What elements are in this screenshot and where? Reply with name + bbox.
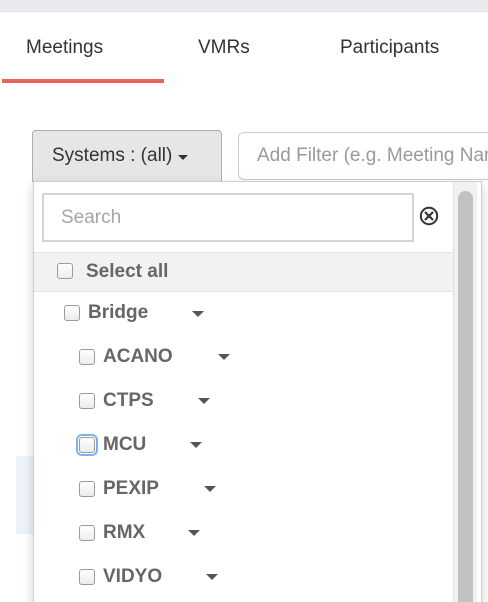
acano-checkbox[interactable]	[79, 349, 95, 365]
ctps-expand-caret-icon[interactable]	[198, 398, 210, 404]
acano-expand-caret-icon[interactable]	[218, 354, 230, 360]
mcu-checkbox[interactable]	[76, 434, 98, 456]
dropdown-search-input[interactable]	[42, 193, 414, 242]
systems-button-label: Systems : (all)	[52, 145, 173, 166]
scrollbar-thumb[interactable]	[458, 191, 473, 602]
tab-bar: Meetings VMRs Participants	[0, 12, 488, 84]
systems-dropdown-menu: Select all Bridge ACANO CTPS MCU PEXIP R…	[33, 181, 482, 602]
clear-search-icon[interactable]	[419, 206, 439, 226]
select-all-row[interactable]: Select all	[34, 252, 453, 292]
bridge-expand-caret-icon[interactable]	[192, 311, 204, 317]
active-tab-indicator	[2, 79, 164, 83]
acano-label: ACANO	[103, 346, 173, 367]
select-all-checkbox[interactable]	[57, 263, 73, 279]
dropdown-scrollbar[interactable]	[453, 182, 477, 602]
rmx-checkbox[interactable]	[79, 525, 95, 541]
bridge-checkbox[interactable]	[64, 305, 80, 321]
ctps-label: CTPS	[103, 390, 154, 411]
tab-participants[interactable]: Participants	[340, 37, 439, 59]
pexip-checkbox[interactable]	[79, 481, 95, 497]
caret-down-icon	[178, 154, 189, 160]
vidyo-label: VIDYO	[103, 566, 163, 587]
ctps-checkbox[interactable]	[79, 393, 95, 409]
vidyo-checkbox[interactable]	[79, 569, 95, 585]
mcu-expand-caret-icon[interactable]	[190, 442, 202, 448]
mcu-label: MCU	[103, 434, 147, 455]
bridge-label: Bridge	[88, 302, 149, 323]
pexip-label: PEXIP	[103, 478, 159, 499]
tab-meetings[interactable]: Meetings	[26, 37, 103, 59]
systems-dropdown-button[interactable]: Systems : (all)	[32, 130, 222, 182]
rmx-label: RMX	[103, 522, 146, 543]
tab-vmrs[interactable]: VMRs	[198, 37, 250, 59]
top-strip	[0, 0, 488, 12]
rmx-expand-caret-icon[interactable]	[188, 530, 200, 536]
select-all-label: Select all	[86, 261, 169, 282]
pexip-expand-caret-icon[interactable]	[204, 486, 216, 492]
vidyo-expand-caret-icon[interactable]	[206, 574, 218, 580]
add-filter-input[interactable]	[238, 132, 488, 180]
